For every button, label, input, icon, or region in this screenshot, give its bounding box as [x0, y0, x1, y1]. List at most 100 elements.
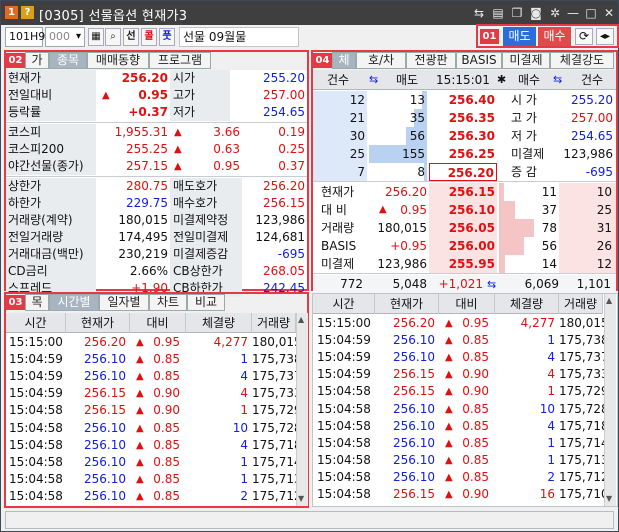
- swap-icon[interactable]: ⇆: [487, 275, 496, 292]
- table-row[interactable]: 15:04:59 256.10 ▲ 0.85 1 175,738: [313, 332, 609, 349]
- order-book-header: 건수 ⇆ 매도 15:15:01 ✱ 매수 ⇆ 건수: [313, 70, 616, 90]
- tab-trading-trend[interactable]: 매매동향: [87, 52, 149, 69]
- link-icon[interactable]: ⇆: [471, 5, 487, 21]
- table-row[interactable]: 15:04:58 256.15 ▲ 0.90 1 175,729: [313, 383, 609, 400]
- screen-number-icon[interactable]: 1: [5, 6, 18, 19]
- table-row[interactable]: 15:15:00 256.20 ▲ 0.95 4,277 180,015: [313, 315, 609, 332]
- table-row[interactable]: 15:04:58 256.10 ▲ 0.85 1 175,713: [313, 452, 609, 469]
- ask-price[interactable]: 256.20: [429, 163, 497, 181]
- cell-volume: 4: [240, 437, 248, 452]
- table-row[interactable]: 15:04:58 256.10 ▲ 0.85 1 175,714: [313, 435, 609, 452]
- tab-board[interactable]: 전광판: [406, 52, 456, 69]
- copy-icon[interactable]: ❐: [509, 5, 525, 21]
- tab-quote-diff[interactable]: 호/차: [356, 52, 406, 69]
- bid-qty[interactable]: 14: [499, 255, 559, 273]
- cell-total: 175,713: [559, 452, 609, 467]
- cell-total: 180,015: [252, 335, 302, 349]
- ask-qty[interactable]: 8: [367, 163, 427, 181]
- code-input[interactable]: 101H9: [5, 27, 45, 47]
- tab-execution[interactable]: 체: [332, 52, 356, 69]
- cell-time: 15:15:00: [317, 316, 371, 330]
- ask-price[interactable]: 256.30: [429, 127, 497, 145]
- maximize-icon[interactable]: □: [583, 5, 599, 21]
- cell-time: 15:04:58: [317, 384, 371, 399]
- buy-button[interactable]: 매수: [538, 27, 571, 46]
- bid-price[interactable]: 255.95: [429, 255, 497, 273]
- scroll-down-icon[interactable]: ▼: [298, 494, 304, 503]
- table-row[interactable]: 15:04:58 256.10 ▲ 0.85 4 175,718: [6, 437, 302, 454]
- table-row[interactable]: 15:04:59 256.10 ▲ 0.85 4 175,737: [6, 368, 302, 385]
- tab-list[interactable]: 목: [25, 294, 49, 311]
- futures-button[interactable]: 선: [123, 28, 139, 46]
- table-row[interactable]: 15:04:58 256.10 ▲ 0.85 1 175,714: [6, 454, 302, 471]
- table-row[interactable]: 15:04:58 256.10 ▲ 0.85 10 175,728: [313, 401, 609, 418]
- scroll-up-icon[interactable]: ▲: [298, 315, 304, 324]
- camera-icon[interactable]: ◙: [528, 5, 544, 21]
- table-row[interactable]: 15:04:58 256.10 ▲ 0.85 10 175,728: [6, 420, 302, 437]
- tab-by-date[interactable]: 일자별: [99, 294, 149, 311]
- table-row[interactable]: 15:04:58 256.10 ▲ 0.85 4 175,718: [313, 418, 609, 435]
- ask-price[interactable]: 256.40: [429, 91, 497, 109]
- grid-icon[interactable]: ✱: [497, 70, 506, 90]
- memo-icon[interactable]: ▤: [490, 5, 506, 21]
- quote-row: 현재가 256.20 시가 255.20: [6, 70, 307, 87]
- index-value: 1,955.31: [114, 125, 168, 139]
- table-row[interactable]: 15:04:58 256.10 ▲ 0.85 1 175,713: [6, 471, 302, 488]
- tab-stock[interactable]: 종목: [49, 52, 87, 69]
- tab-strength[interactable]: 체결강도: [550, 52, 614, 69]
- table-row[interactable]: 15:04:58 256.10 ▲ 0.85 2 175,712: [6, 488, 302, 505]
- sell-button[interactable]: 매도: [503, 27, 536, 46]
- search-icon[interactable]: ⌕: [105, 28, 121, 46]
- bid-qty[interactable]: 78: [499, 219, 559, 237]
- put-button[interactable]: 풋: [159, 28, 175, 46]
- call-button[interactable]: 콜: [141, 28, 157, 46]
- prev-next-icon[interactable]: ◂▸: [596, 28, 614, 45]
- vertical-scrollbar[interactable]: ▲ ▼: [296, 313, 308, 506]
- bid-price[interactable]: 256.00: [429, 237, 497, 255]
- tab-compare[interactable]: 비교: [187, 294, 225, 311]
- bid-price[interactable]: 256.10: [429, 201, 497, 219]
- bid-price[interactable]: 256.05: [429, 219, 497, 237]
- tab-open-interest[interactable]: 미결제: [502, 52, 550, 69]
- refresh-icon[interactable]: ⟳: [575, 28, 593, 45]
- bid-qty[interactable]: 11: [499, 183, 559, 201]
- tab-basis[interactable]: BASIS: [456, 52, 502, 69]
- code-search-icon[interactable]: ▦: [88, 28, 104, 46]
- table-row[interactable]: 15:15:00 256.20 ▲ 0.95 4,277 180,015: [6, 334, 302, 351]
- ask-qty[interactable]: 155: [367, 145, 427, 163]
- bid-price[interactable]: 256.15: [429, 183, 497, 201]
- tab-program[interactable]: 프로그램: [149, 52, 211, 69]
- ask-qty[interactable]: 56: [367, 127, 427, 145]
- swap-icon[interactable]: ⇆: [369, 70, 378, 90]
- table-row[interactable]: 15:04:59 256.15 ▲ 0.90 4 175,733: [313, 366, 609, 383]
- ask-price[interactable]: 256.25: [429, 145, 497, 163]
- vertical-scrollbar[interactable]: ▲ ▼: [604, 294, 616, 506]
- scroll-up-icon[interactable]: ▲: [606, 296, 612, 305]
- table-header: 시간 현재가 대비 체결량 거래량: [6, 313, 296, 333]
- minimize-icon[interactable]: —: [565, 5, 581, 21]
- table-row[interactable]: 15:04:58 256.15 ▲ 0.90 16 175,710: [313, 486, 609, 503]
- help-icon[interactable]: ?: [21, 6, 34, 19]
- tab-current[interactable]: 가: [25, 52, 49, 69]
- column-header: 대비: [439, 294, 495, 314]
- bid-qty[interactable]: 56: [499, 237, 559, 255]
- close-icon[interactable]: ✕: [601, 5, 617, 21]
- ask-price[interactable]: 256.35: [429, 109, 497, 127]
- swap-icon[interactable]: ⇆: [553, 70, 562, 90]
- scroll-down-icon[interactable]: ▼: [606, 494, 612, 503]
- cell-time: 15:04:58: [9, 488, 63, 503]
- cell-time: 15:04:59: [9, 386, 63, 401]
- ask-qty[interactable]: 13: [367, 91, 427, 109]
- tab-by-time[interactable]: 시간별: [49, 294, 99, 311]
- table-row[interactable]: 15:04:59 256.15 ▲ 0.90 4 175,733: [6, 385, 302, 402]
- table-row[interactable]: 15:04:59 256.10 ▲ 0.85 1 175,738: [6, 351, 302, 368]
- table-row[interactable]: 15:04:59 256.10 ▲ 0.85 4 175,737: [313, 349, 609, 366]
- ask-qty[interactable]: 35: [367, 109, 427, 127]
- table-row[interactable]: 15:04:58 256.15 ▲ 0.90 1 175,729: [6, 402, 302, 419]
- dropdown-icon[interactable]: ▾: [73, 29, 84, 45]
- settings-icon[interactable]: ✲: [547, 5, 563, 21]
- bid-qty[interactable]: 37: [499, 201, 559, 219]
- table-row[interactable]: 15:04:58 256.10 ▲ 0.85 2 175,712: [313, 469, 609, 486]
- tab-chart[interactable]: 차트: [149, 294, 187, 311]
- book-time: 15:15:01: [436, 73, 490, 87]
